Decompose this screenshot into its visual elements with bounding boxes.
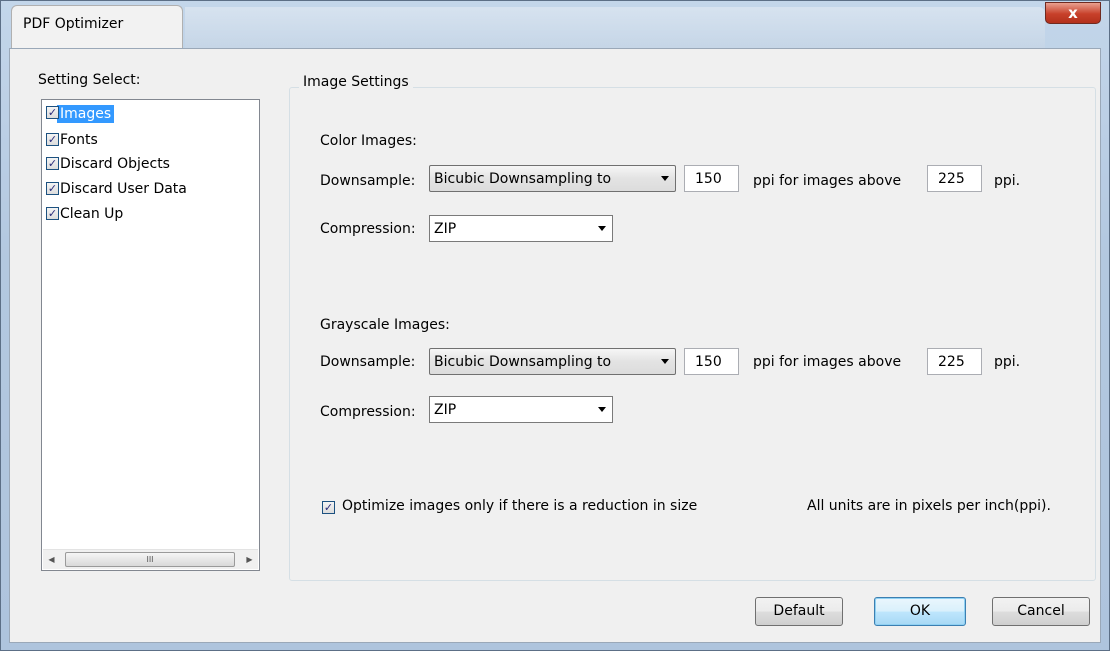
grayscale-compression-dropdown[interactable]: ZIP (429, 396, 613, 423)
close-button[interactable]: x (1045, 2, 1101, 24)
grayscale-compression-label: Compression: (320, 404, 416, 420)
ok-button[interactable]: OK (874, 597, 966, 626)
color-ppi-unit: ppi. (994, 173, 1021, 189)
window-title: PDF Optimizer (23, 16, 124, 32)
list-item-discard-objects[interactable]: ✓ Discard Objects (44, 152, 257, 176)
horizontal-scrollbar[interactable]: ◀ III ▶ (43, 549, 258, 569)
optimize-images-option[interactable]: ✓ Optimize images only if there is a red… (322, 498, 742, 520)
list-item-label: Fonts (60, 132, 98, 148)
color-images-heading: Color Images: (320, 133, 417, 149)
close-icon: x (1068, 4, 1078, 22)
units-note: All units are in pixels per inch(ppi). (807, 498, 1051, 514)
discard-objects-checkbox[interactable]: ✓ (46, 157, 59, 170)
title-bar: PDF Optimizer x (1, 1, 1109, 49)
fonts-checkbox[interactable]: ✓ (46, 133, 59, 146)
dropdown-value: Bicubic Downsampling to (434, 170, 612, 187)
scroll-left-icon[interactable]: ◀ (43, 550, 60, 569)
grayscale-downsample-dropdown[interactable]: Bicubic Downsampling to (429, 348, 676, 375)
grayscale-above-ppi-input[interactable]: 225 (927, 348, 982, 375)
list-item-fonts[interactable]: ✓ Fonts (44, 128, 257, 152)
grayscale-ppi-input[interactable]: 150 (684, 348, 739, 375)
cancel-button[interactable]: Cancel (992, 597, 1090, 626)
title-glass (185, 7, 1045, 49)
default-button[interactable]: Default (755, 597, 843, 626)
optimize-images-label: Optimize images only if there is a reduc… (342, 498, 698, 514)
grayscale-downsample-label: Downsample: (320, 354, 416, 370)
color-downsample-dropdown[interactable]: Bicubic Downsampling to (429, 165, 676, 192)
image-settings-title: Image Settings (299, 74, 413, 90)
list-item-label: Images (57, 105, 115, 123)
list-item-label: Discard User Data (60, 181, 187, 197)
color-compression-label: Compression: (320, 221, 416, 237)
scroll-thumb[interactable]: III (65, 552, 235, 567)
color-above-ppi-input[interactable]: 225 (927, 165, 982, 192)
chevron-down-icon (661, 176, 669, 181)
dialog-client-area: Setting Select: ✓ Images ✓ Fonts ✓ Disca… (9, 48, 1101, 643)
chevron-down-icon (661, 359, 669, 364)
list-item-label: Clean Up (60, 206, 124, 222)
dropdown-value: ZIP (434, 401, 457, 418)
optimize-images-checkbox[interactable]: ✓ (322, 501, 335, 514)
setting-select-list[interactable]: ✓ Images ✓ Fonts ✓ Discard Objects ✓ Dis… (41, 99, 260, 571)
grayscale-ppi-unit: ppi. (994, 354, 1021, 370)
discard-user-data-checkbox[interactable]: ✓ (46, 182, 59, 195)
chevron-down-icon (598, 407, 606, 412)
chevron-down-icon (598, 226, 606, 231)
images-checkbox[interactable]: ✓ (46, 106, 59, 119)
color-compression-dropdown[interactable]: ZIP (429, 215, 613, 242)
setting-select-label: Setting Select: (38, 72, 141, 88)
scroll-right-icon[interactable]: ▶ (241, 550, 258, 569)
grayscale-images-heading: Grayscale Images: (320, 317, 450, 333)
clean-up-checkbox[interactable]: ✓ (46, 207, 59, 220)
color-ppi-input[interactable]: 150 (684, 165, 739, 192)
color-downsample-label: Downsample: (320, 173, 416, 189)
list-item-clean-up[interactable]: ✓ Clean Up (44, 202, 257, 226)
list-item-discard-user-data[interactable]: ✓ Discard User Data (44, 177, 257, 201)
list-item-images[interactable]: ✓ Images (44, 102, 257, 126)
dropdown-value: Bicubic Downsampling to (434, 353, 612, 370)
grayscale-above-label: ppi for images above (753, 354, 902, 370)
list-item-label: Discard Objects (60, 156, 170, 172)
color-above-label: ppi for images above (753, 173, 902, 189)
dropdown-value: ZIP (434, 220, 457, 237)
